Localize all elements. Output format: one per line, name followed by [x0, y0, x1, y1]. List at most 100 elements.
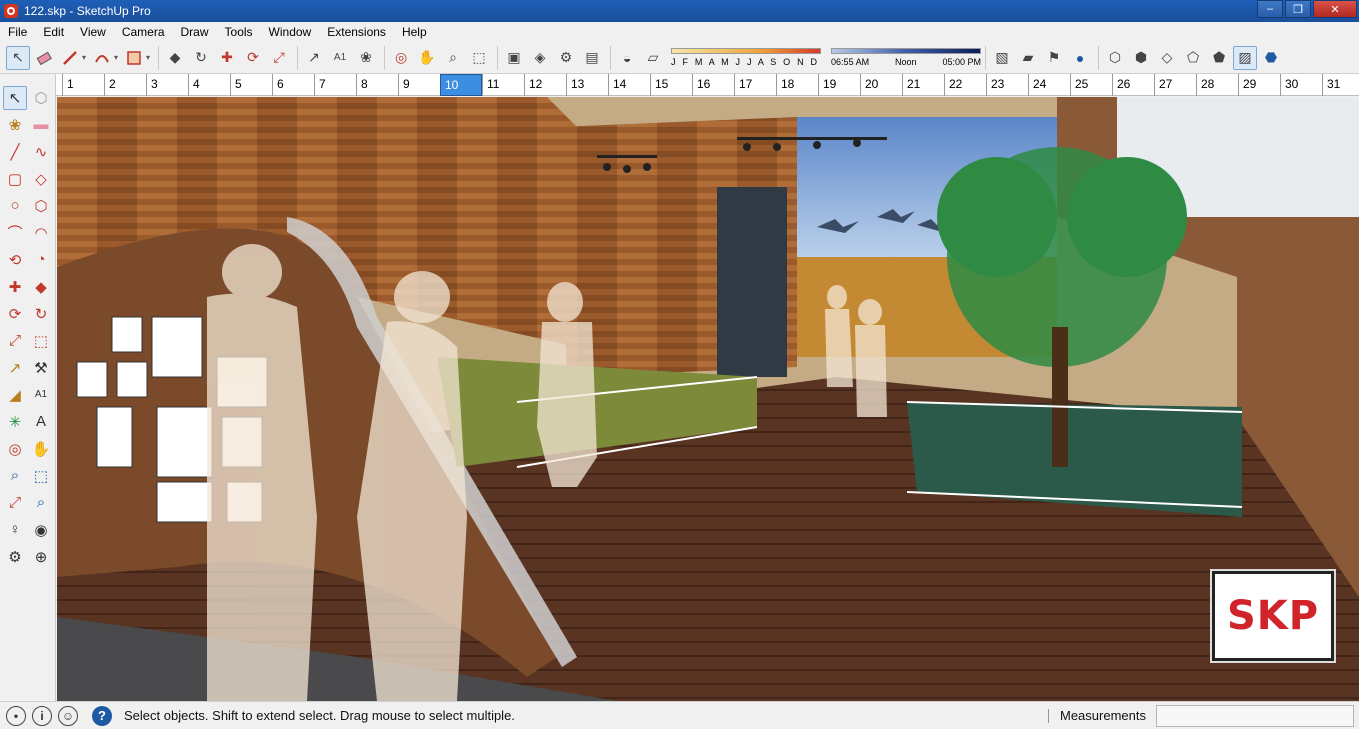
zoom-extents-icon[interactable]: ⤢ — [3, 491, 27, 515]
menu-file[interactable]: File — [0, 25, 35, 39]
zoom-icon[interactable]: ⌕ — [441, 46, 465, 70]
scene-tab-19[interactable]: 19 — [818, 74, 860, 96]
three-point-arc-icon[interactable]: ⟲ — [3, 248, 27, 272]
3d-text-icon[interactable]: A — [29, 410, 53, 434]
protractor-icon[interactable]: ◢ — [3, 383, 27, 407]
shadows-toggle-icon[interactable]: ◒ — [615, 46, 639, 70]
arc-icon[interactable] — [90, 46, 114, 70]
two-point-arc-icon[interactable]: ◠ — [29, 221, 53, 245]
close-button[interactable]: ✕ — [1313, 0, 1357, 18]
scene-tab-22[interactable]: 22 — [944, 74, 986, 96]
push-pull-icon[interactable]: ◆ — [163, 46, 187, 70]
menu-camera[interactable]: Camera — [114, 25, 173, 39]
month-slider[interactable]: J F M A M J J A S O N D — [671, 45, 822, 71]
circle-icon[interactable]: ○ — [3, 194, 27, 218]
extension-warehouse-icon[interactable]: ⚙ — [554, 46, 578, 70]
scene-tab-13[interactable]: 13 — [566, 74, 608, 96]
scene-tab-11[interactable]: 11 — [482, 74, 524, 96]
scene-tab-28[interactable]: 28 — [1196, 74, 1238, 96]
scene-tab-23[interactable]: 23 — [986, 74, 1028, 96]
arc-dropdown-icon[interactable]: ▾ — [114, 53, 118, 62]
wireframe-icon[interactable]: ◇ — [1155, 46, 1179, 70]
scene-tab-15[interactable]: 15 — [650, 74, 692, 96]
menu-extensions[interactable]: Extensions — [319, 25, 394, 39]
scene-tab-1[interactable]: 1 — [62, 74, 104, 96]
previous-view-icon[interactable]: ⌕ — [29, 491, 53, 515]
rotate-icon[interactable]: ⟳ — [3, 302, 27, 326]
pencil-dropdown-icon[interactable]: ▾ — [82, 53, 86, 62]
zoom-extents-icon[interactable]: ⬚ — [467, 46, 491, 70]
rectangle-icon[interactable] — [122, 46, 146, 70]
move-icon[interactable]: ✚ — [3, 275, 27, 299]
pencil-icon[interactable] — [58, 46, 82, 70]
arc-icon[interactable]: ⌒ — [3, 221, 27, 245]
orbit-icon[interactable]: ◎ — [389, 46, 413, 70]
back-edges-icon[interactable]: ⬢ — [1129, 46, 1153, 70]
axes-icon[interactable]: ✳ — [3, 410, 27, 434]
rotated-rectangle-icon[interactable]: ◇ — [29, 167, 53, 191]
scene-tab-24[interactable]: 24 — [1028, 74, 1070, 96]
pie-icon[interactable]: ◔ — [29, 248, 53, 272]
menu-help[interactable]: Help — [394, 25, 435, 39]
pan-icon[interactable]: ✋ — [415, 46, 439, 70]
rectangle-icon[interactable]: ▢ — [3, 167, 27, 191]
scene-tab-29[interactable]: 29 — [1238, 74, 1280, 96]
menu-window[interactable]: Window — [261, 25, 320, 39]
walk-icon[interactable]: ⚙ — [3, 545, 27, 569]
rotate-icon[interactable]: ⟳ — [241, 46, 265, 70]
scene-tab-14[interactable]: 14 — [608, 74, 650, 96]
model-viewport[interactable]: SKP — [57, 97, 1359, 701]
offset-icon[interactable]: ⬚ — [29, 329, 53, 353]
shaded-with-textures-icon[interactable]: ▨ — [1233, 45, 1258, 70]
zoom-window-icon[interactable]: ⬚ — [29, 464, 53, 488]
fog-icon[interactable]: ▱ — [641, 46, 665, 70]
time-slider-track[interactable] — [831, 47, 982, 54]
scene-tab-25[interactable]: 25 — [1070, 74, 1112, 96]
scene-tab-3[interactable]: 3 — [146, 74, 188, 96]
preview-in-earth-icon[interactable]: ● — [1068, 46, 1092, 70]
eraser-icon[interactable]: ▬ — [29, 113, 53, 137]
scene-tab-10[interactable]: 10 — [440, 74, 482, 96]
help-icon[interactable]: ? — [92, 705, 112, 726]
scene-tab-12[interactable]: 12 — [524, 74, 566, 96]
tape-measure-icon[interactable]: ↗ — [302, 46, 326, 70]
scene-tab-6[interactable]: 6 — [272, 74, 314, 96]
shaded-icon[interactable]: ⬟ — [1207, 46, 1231, 70]
scene-tab-2[interactable]: 2 — [104, 74, 146, 96]
look-around-icon[interactable]: ◉ — [29, 518, 53, 542]
polygon-icon[interactable]: ⬡ — [29, 194, 53, 218]
scale-icon[interactable]: ⤢ — [267, 46, 291, 70]
line-icon[interactable]: ╱ — [3, 140, 27, 164]
rectangle-dropdown-icon[interactable]: ▾ — [146, 53, 150, 62]
minimize-button[interactable]: – — [1257, 0, 1283, 18]
add-location-icon[interactable]: ▧ — [990, 46, 1014, 70]
paint-bucket-icon[interactable]: ❀ — [354, 46, 378, 70]
menu-edit[interactable]: Edit — [35, 25, 72, 39]
scale-icon[interactable]: ⤢ — [3, 329, 27, 353]
scene-tab-30[interactable]: 30 — [1280, 74, 1322, 96]
month-slider-track[interactable] — [671, 47, 822, 54]
scene-tab-16[interactable]: 16 — [692, 74, 734, 96]
warehouse-icon[interactable]: ▣ — [502, 46, 526, 70]
pan-icon[interactable]: ✋ — [29, 437, 53, 461]
scene-tab-8[interactable]: 8 — [356, 74, 398, 96]
measurements-input[interactable] — [1156, 705, 1354, 727]
scene-tab-5[interactable]: 5 — [230, 74, 272, 96]
photo-textures-icon[interactable]: ⚑ — [1042, 46, 1066, 70]
send-to-layout-icon[interactable]: ▤ — [580, 46, 604, 70]
share-model-icon[interactable]: ◈ — [528, 46, 552, 70]
scene-tab-4[interactable]: 4 — [188, 74, 230, 96]
tape-measure-icon[interactable]: ↗ — [3, 356, 27, 380]
eraser-icon[interactable] — [32, 46, 56, 70]
terrain-icon[interactable]: ▰ — [1016, 46, 1040, 70]
scene-tab-17[interactable]: 17 — [734, 74, 776, 96]
follow-me-icon[interactable]: ↻ — [189, 46, 213, 70]
scene-tab-26[interactable]: 26 — [1112, 74, 1154, 96]
user-account-icon[interactable]: ☺ — [58, 705, 78, 726]
menu-draw[interactable]: Draw — [173, 25, 217, 39]
freehand-icon[interactable]: ∿ — [29, 140, 53, 164]
dimension-icon[interactable]: ⚒ — [29, 356, 53, 380]
paint-bucket-icon[interactable]: ❀ — [3, 113, 27, 137]
scene-tab-27[interactable]: 27 — [1154, 74, 1196, 96]
text-icon[interactable]: A1 — [328, 46, 352, 70]
